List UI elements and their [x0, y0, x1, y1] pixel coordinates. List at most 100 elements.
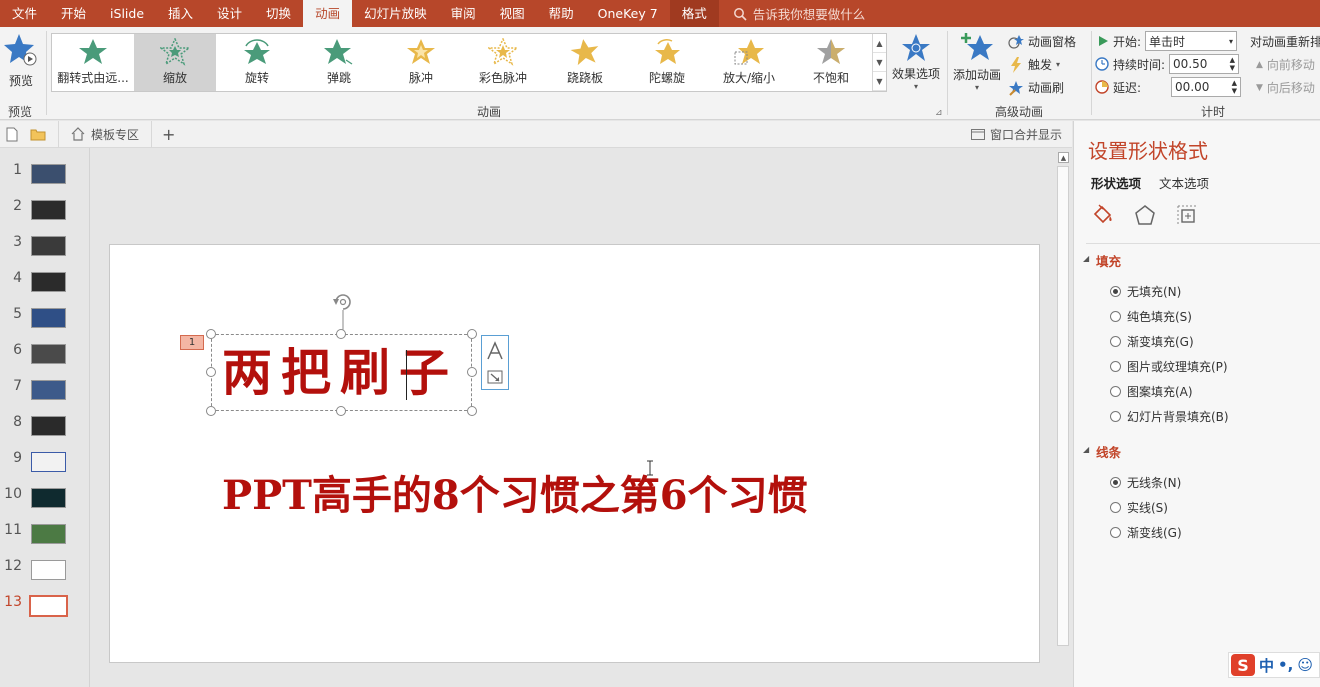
tab-help[interactable]: 帮助	[537, 0, 586, 27]
fill-option-picture[interactable]: 图片或纹理填充(P)	[1110, 358, 1228, 375]
tab-shape-options[interactable]: 形状选项	[1091, 173, 1141, 192]
dialog-launcher-icon[interactable]: ⊿	[935, 108, 943, 118]
size-grid-icon	[1177, 205, 1196, 224]
fill-option-none[interactable]: 无填充(N)	[1110, 283, 1181, 300]
slide-thumb[interactable]: 6	[0, 338, 90, 368]
gallery-scroll-up[interactable]: ▲	[873, 34, 886, 53]
slide-thumb[interactable]: 8	[0, 410, 90, 440]
effect-pulse[interactable]: 脉冲	[380, 34, 462, 91]
slide-thumb[interactable]: 2	[0, 194, 90, 224]
tab-animations[interactable]: 动画	[303, 0, 353, 27]
effect-flip-in[interactable]: 翻转式由远...	[52, 34, 134, 91]
tab-review[interactable]: 审阅	[439, 0, 488, 27]
resize-handle-e[interactable]	[467, 367, 477, 377]
resize-handle-sw[interactable]	[206, 406, 216, 416]
ime-emoji-icon[interactable]: ☺	[1297, 656, 1313, 674]
line-option-none[interactable]: 无线条(N)	[1110, 474, 1181, 491]
line-section-header[interactable]: 线条	[1083, 442, 1121, 461]
fill-section-header[interactable]: 填充	[1083, 251, 1121, 270]
ime-mode[interactable]: 中	[1259, 655, 1274, 676]
size-properties-tab[interactable]	[1175, 203, 1199, 227]
fill-option-solid[interactable]: 纯色填充(S)	[1110, 308, 1192, 325]
fill-option-label: 图案填充(A)	[1127, 385, 1193, 399]
line-option-gradient[interactable]: 渐变线(G)	[1110, 524, 1182, 541]
line-option-solid[interactable]: 实线(S)	[1110, 499, 1168, 516]
trigger-button[interactable]: 触发 ▾	[1008, 56, 1060, 73]
vertical-scrollbar[interactable]: ▲	[1055, 148, 1072, 687]
resize-handle-n[interactable]	[336, 329, 346, 339]
add-tab-button[interactable]: +	[152, 125, 185, 144]
gallery-scroll-down[interactable]: ▼	[873, 53, 886, 72]
effect-desaturate[interactable]: 不饱和	[790, 34, 872, 91]
fill-line-tab[interactable]	[1091, 203, 1115, 227]
tab-view[interactable]: 视图	[488, 0, 537, 27]
effect-teeter[interactable]: 跷跷板	[544, 34, 626, 91]
slide-thumb[interactable]: 5	[0, 302, 90, 332]
effect-options-button[interactable]: 效果选项 ▾	[892, 33, 940, 91]
effects-tab[interactable]	[1133, 203, 1157, 227]
slide-thumb-active[interactable]: 13	[0, 590, 90, 620]
effect-color-pulse[interactable]: 彩色脉冲	[462, 34, 544, 91]
tab-home[interactable]: 开始	[49, 0, 98, 27]
tab-transitions[interactable]: 切换	[254, 0, 303, 27]
fill-option-pattern[interactable]: 图案填充(A)	[1110, 383, 1193, 400]
tell-me-search[interactable]: 告诉我你想要做什么	[719, 4, 865, 23]
duration-stepper[interactable]: 00.50 ▲ ▼	[1169, 54, 1240, 74]
animation-pane-button[interactable]: 动画窗格	[1008, 33, 1076, 50]
tab-islide[interactable]: iSlide	[98, 0, 156, 27]
slide-thumb[interactable]: 4	[0, 266, 90, 296]
folder-icon[interactable]	[30, 128, 46, 141]
slide-thumb[interactable]: 9	[0, 446, 90, 476]
resize-handle-nw[interactable]	[206, 329, 216, 339]
fill-option-gradient[interactable]: 渐变填充(G)	[1110, 333, 1194, 350]
tab-file[interactable]: 文件	[0, 0, 49, 27]
slide[interactable]	[109, 244, 1040, 663]
text-caret	[406, 350, 407, 400]
preview-button[interactable]: 预览	[4, 32, 38, 89]
add-animation-button[interactable]: 添加动画 ▾	[953, 32, 1001, 92]
delay-stepper[interactable]: 00.00 ▲ ▼	[1171, 77, 1242, 97]
scroll-thumb[interactable]	[1057, 166, 1069, 646]
template-zone-tab[interactable]: 模板专区	[58, 120, 153, 148]
tab-insert[interactable]: 插入	[156, 0, 205, 27]
ime-punctuation[interactable]: •,	[1278, 656, 1293, 674]
animation-order-badge[interactable]: 1	[180, 335, 204, 350]
slide-thumb[interactable]: 3	[0, 230, 90, 260]
slide-thumb[interactable]: 11	[0, 518, 90, 548]
scroll-up-arrow[interactable]: ▲	[1058, 152, 1069, 163]
move-later-button[interactable]: ▼ 向后移动	[1256, 79, 1315, 96]
tab-slideshow[interactable]: 幻灯片放映	[352, 0, 439, 27]
animation-painter-button[interactable]: 动画刷	[1008, 79, 1064, 96]
effect-spin[interactable]: 旋转	[216, 34, 298, 91]
effect-zoom[interactable]: 缩放	[134, 34, 216, 91]
start-select[interactable]: 单击时 ▾	[1145, 31, 1238, 51]
slide-thumb[interactable]: 10	[0, 482, 90, 512]
resize-handle-ne[interactable]	[467, 329, 477, 339]
effect-spin-top[interactable]: 陀螺旋	[626, 34, 708, 91]
effect-bounce[interactable]: 弹跳	[298, 34, 380, 91]
resize-handle-s[interactable]	[336, 406, 346, 416]
resize-handle-w[interactable]	[206, 367, 216, 377]
tab-format[interactable]: 格式	[669, 0, 719, 27]
tab-design[interactable]: 设计	[205, 0, 254, 27]
autofit-options-button[interactable]	[481, 335, 509, 390]
move-earlier-button[interactable]: ▲ 向前移动	[1256, 56, 1315, 73]
slide-number: 10	[4, 486, 22, 502]
tab-onekey[interactable]: OneKey 7	[586, 0, 670, 27]
new-file-icon[interactable]	[6, 127, 18, 142]
tab-text-options[interactable]: 文本选项	[1159, 173, 1209, 192]
slide-thumb[interactable]: 7	[0, 374, 90, 404]
merge-windows-button[interactable]: 窗口合并显示	[970, 126, 1072, 143]
add-animation-label: 添加动画	[953, 68, 1002, 82]
slide-title[interactable]: 两把刷子	[222, 345, 458, 401]
gallery-more[interactable]: ▼	[873, 72, 886, 91]
slide-thumb[interactable]: 12	[0, 554, 90, 584]
delay-value: 00.00	[1175, 80, 1210, 94]
slide-thumb[interactable]: 1	[0, 158, 90, 188]
effect-grow-shrink[interactable]: 放大/缩小	[708, 34, 790, 91]
slide-subtitle[interactable]: PPT高手的8个习惯之第6个习惯	[222, 466, 808, 526]
rotate-handle-icon[interactable]	[330, 290, 356, 335]
resize-handle-se[interactable]	[467, 406, 477, 416]
ime-toolbar[interactable]: S 中 •, ☺	[1228, 652, 1320, 678]
fill-option-slide-background[interactable]: 幻灯片背景填充(B)	[1110, 408, 1229, 425]
